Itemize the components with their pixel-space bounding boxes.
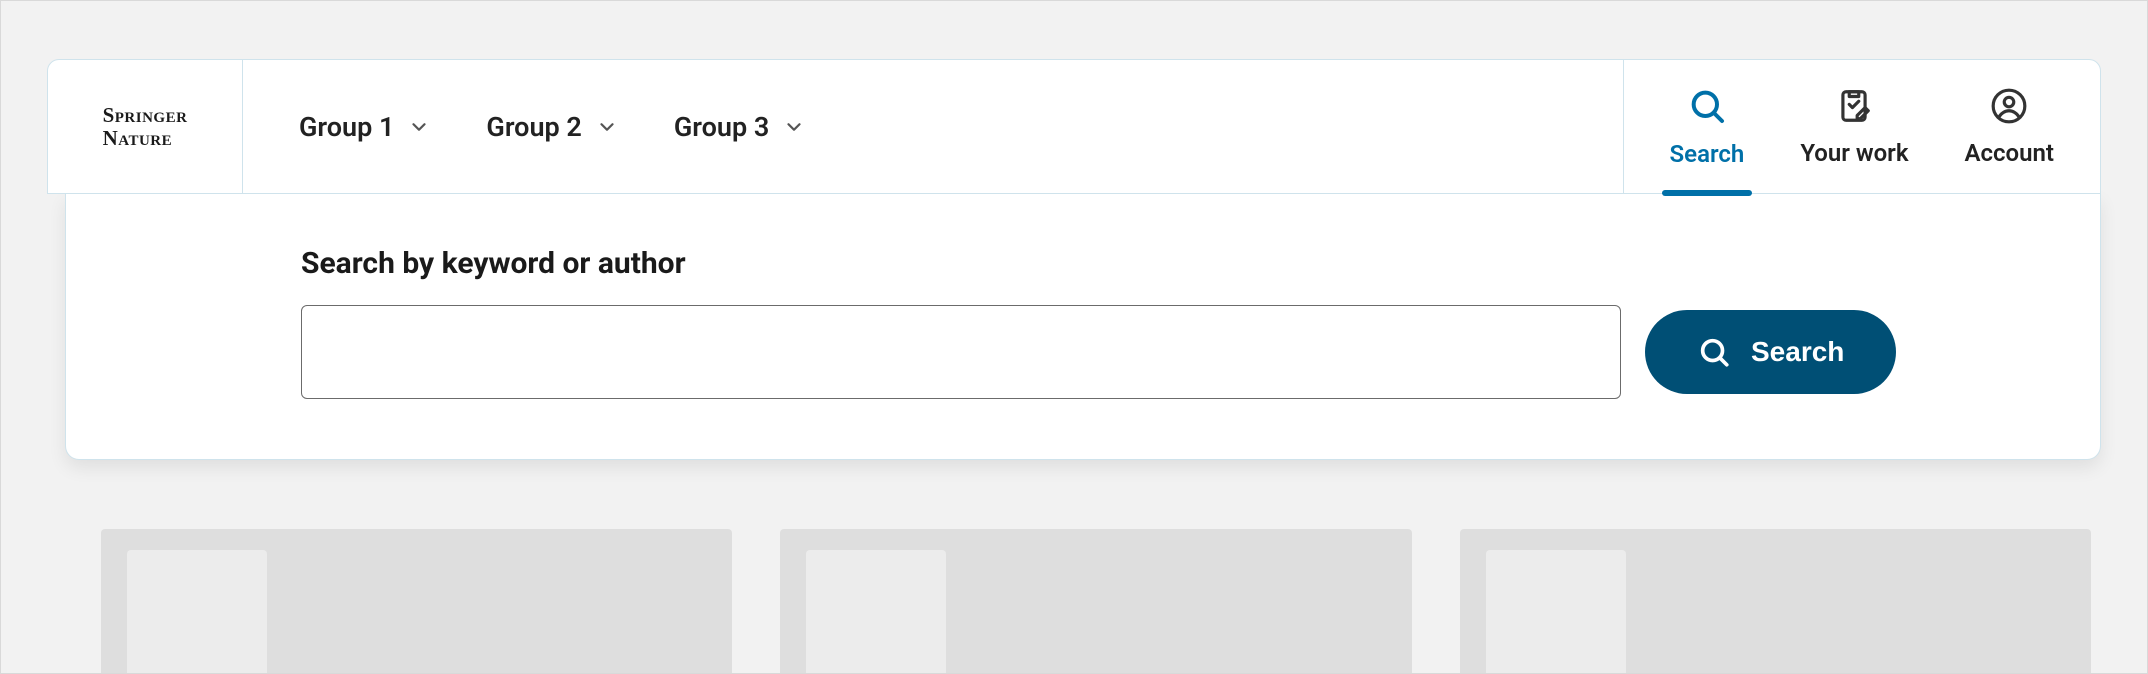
placeholder-thumb <box>806 550 946 674</box>
placeholder-card <box>101 529 732 674</box>
action-your-work[interactable]: Your work <box>1772 60 1936 193</box>
chevron-down-icon <box>783 116 805 138</box>
search-row: Search <box>301 305 2060 399</box>
nav-item-label: Group 1 <box>299 111 394 143</box>
action-label: Search <box>1670 140 1745 168</box>
action-label: Your work <box>1800 139 1908 167</box>
header-bar: Springer Nature Group 1 Group 2 <box>47 59 2101 194</box>
search-input[interactable] <box>301 305 1621 399</box>
nav-item-group-1[interactable]: Group 1 <box>299 111 430 143</box>
placeholder-thumb <box>127 550 267 674</box>
content-area: Springer Nature Group 1 Group 2 <box>47 59 2101 673</box>
logo-text: Springer Nature <box>103 104 188 148</box>
placeholder-card <box>780 529 1411 674</box>
search-button-label: Search <box>1751 336 1844 368</box>
nav-item-label: Group 3 <box>674 111 769 143</box>
page-frame: Springer Nature Group 1 Group 2 <box>0 0 2148 674</box>
placeholder-card <box>1460 529 2091 674</box>
nav-item-label: Group 2 <box>486 111 581 143</box>
header-actions: Search Your work <box>1623 60 2100 193</box>
action-search[interactable]: Search <box>1642 60 1773 193</box>
chevron-down-icon <box>596 116 618 138</box>
search-button[interactable]: Search <box>1645 310 1896 394</box>
action-account[interactable]: Account <box>1937 60 2083 193</box>
chevron-down-icon <box>408 116 430 138</box>
user-circle-icon <box>1990 87 2028 129</box>
placeholder-thumb <box>1486 550 1626 674</box>
logo[interactable]: Springer Nature <box>48 60 243 193</box>
background-cards <box>101 529 2091 674</box>
action-label: Account <box>1965 139 2055 167</box>
nav-item-group-2[interactable]: Group 2 <box>486 111 617 143</box>
nav-groups: Group 1 Group 2 Group 3 <box>243 60 1623 193</box>
search-panel-title: Search by keyword or author <box>301 246 2060 281</box>
logo-line2: Nature <box>103 126 173 150</box>
search-panel: Search by keyword or author Search <box>65 194 2101 460</box>
search-icon <box>1697 335 1731 369</box>
logo-line1: Springer <box>103 103 188 127</box>
nav-item-group-3[interactable]: Group 3 <box>674 111 805 143</box>
search-icon <box>1687 86 1727 130</box>
clipboard-edit-icon <box>1835 87 1873 129</box>
